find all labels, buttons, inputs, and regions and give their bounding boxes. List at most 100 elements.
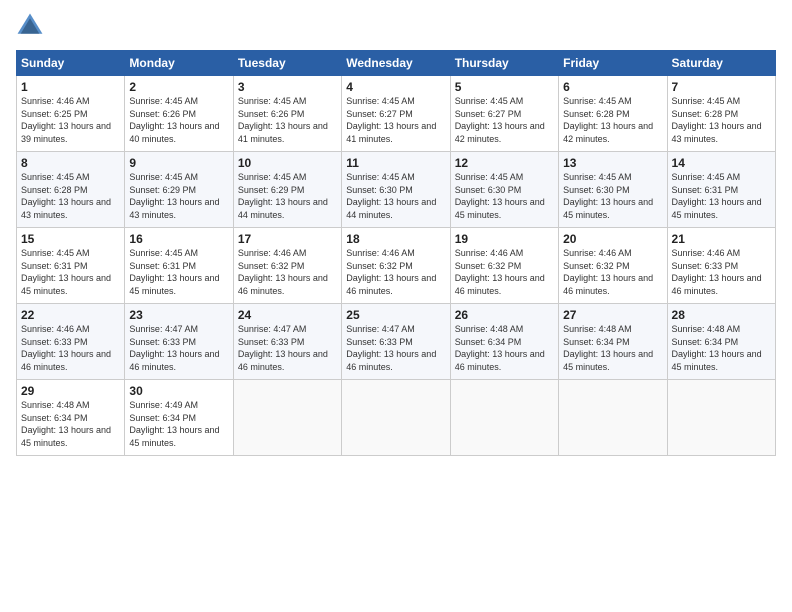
day-info: Sunrise: 4:48 AMSunset: 6:34 PMDaylight:…	[672, 323, 771, 373]
day-info: Sunrise: 4:45 AMSunset: 6:30 PMDaylight:…	[346, 171, 445, 221]
calendar-cell: 16 Sunrise: 4:45 AMSunset: 6:31 PMDaylig…	[125, 228, 233, 304]
calendar-cell: 18 Sunrise: 4:46 AMSunset: 6:32 PMDaylig…	[342, 228, 450, 304]
day-number: 27	[563, 308, 662, 322]
day-info: Sunrise: 4:45 AMSunset: 6:29 PMDaylight:…	[238, 171, 337, 221]
calendar-cell: 14 Sunrise: 4:45 AMSunset: 6:31 PMDaylig…	[667, 152, 775, 228]
day-number: 29	[21, 384, 120, 398]
day-number: 15	[21, 232, 120, 246]
day-number: 18	[346, 232, 445, 246]
calendar-cell: 22 Sunrise: 4:46 AMSunset: 6:33 PMDaylig…	[17, 304, 125, 380]
calendar-week-row: 22 Sunrise: 4:46 AMSunset: 6:33 PMDaylig…	[17, 304, 776, 380]
day-info: Sunrise: 4:45 AMSunset: 6:26 PMDaylight:…	[129, 95, 228, 145]
calendar-table: Sunday Monday Tuesday Wednesday Thursday…	[16, 50, 776, 456]
day-number: 8	[21, 156, 120, 170]
calendar-cell: 28 Sunrise: 4:48 AMSunset: 6:34 PMDaylig…	[667, 304, 775, 380]
page: Sunday Monday Tuesday Wednesday Thursday…	[0, 0, 792, 612]
col-thursday: Thursday	[450, 51, 558, 76]
day-number: 22	[21, 308, 120, 322]
day-number: 5	[455, 80, 554, 94]
day-number: 25	[346, 308, 445, 322]
day-info: Sunrise: 4:45 AMSunset: 6:29 PMDaylight:…	[129, 171, 228, 221]
day-info: Sunrise: 4:45 AMSunset: 6:28 PMDaylight:…	[672, 95, 771, 145]
day-number: 10	[238, 156, 337, 170]
calendar-week-row: 1 Sunrise: 4:46 AMSunset: 6:25 PMDayligh…	[17, 76, 776, 152]
calendar-cell: 30 Sunrise: 4:49 AMSunset: 6:34 PMDaylig…	[125, 380, 233, 456]
calendar-cell: 4 Sunrise: 4:45 AMSunset: 6:27 PMDayligh…	[342, 76, 450, 152]
day-number: 28	[672, 308, 771, 322]
col-saturday: Saturday	[667, 51, 775, 76]
day-info: Sunrise: 4:46 AMSunset: 6:32 PMDaylight:…	[563, 247, 662, 297]
calendar-cell: 2 Sunrise: 4:45 AMSunset: 6:26 PMDayligh…	[125, 76, 233, 152]
calendar-cell: 21 Sunrise: 4:46 AMSunset: 6:33 PMDaylig…	[667, 228, 775, 304]
day-info: Sunrise: 4:48 AMSunset: 6:34 PMDaylight:…	[563, 323, 662, 373]
calendar-cell: 20 Sunrise: 4:46 AMSunset: 6:32 PMDaylig…	[559, 228, 667, 304]
day-number: 30	[129, 384, 228, 398]
day-info: Sunrise: 4:45 AMSunset: 6:27 PMDaylight:…	[346, 95, 445, 145]
calendar-cell: 19 Sunrise: 4:46 AMSunset: 6:32 PMDaylig…	[450, 228, 558, 304]
day-number: 17	[238, 232, 337, 246]
calendar-cell: 29 Sunrise: 4:48 AMSunset: 6:34 PMDaylig…	[17, 380, 125, 456]
calendar-cell: 6 Sunrise: 4:45 AMSunset: 6:28 PMDayligh…	[559, 76, 667, 152]
calendar-cell	[559, 380, 667, 456]
calendar-week-row: 29 Sunrise: 4:48 AMSunset: 6:34 PMDaylig…	[17, 380, 776, 456]
day-number: 2	[129, 80, 228, 94]
day-info: Sunrise: 4:46 AMSunset: 6:32 PMDaylight:…	[346, 247, 445, 297]
day-info: Sunrise: 4:46 AMSunset: 6:32 PMDaylight:…	[455, 247, 554, 297]
header	[16, 12, 776, 40]
day-info: Sunrise: 4:49 AMSunset: 6:34 PMDaylight:…	[129, 399, 228, 449]
day-info: Sunrise: 4:45 AMSunset: 6:31 PMDaylight:…	[129, 247, 228, 297]
calendar-cell	[450, 380, 558, 456]
day-number: 26	[455, 308, 554, 322]
col-sunday: Sunday	[17, 51, 125, 76]
day-info: Sunrise: 4:45 AMSunset: 6:31 PMDaylight:…	[672, 171, 771, 221]
day-number: 1	[21, 80, 120, 94]
day-number: 13	[563, 156, 662, 170]
calendar-cell: 25 Sunrise: 4:47 AMSunset: 6:33 PMDaylig…	[342, 304, 450, 380]
day-number: 14	[672, 156, 771, 170]
calendar-cell: 1 Sunrise: 4:46 AMSunset: 6:25 PMDayligh…	[17, 76, 125, 152]
day-info: Sunrise: 4:47 AMSunset: 6:33 PMDaylight:…	[129, 323, 228, 373]
calendar-cell: 9 Sunrise: 4:45 AMSunset: 6:29 PMDayligh…	[125, 152, 233, 228]
calendar-cell	[667, 380, 775, 456]
calendar-cell	[233, 380, 341, 456]
day-info: Sunrise: 4:45 AMSunset: 6:30 PMDaylight:…	[455, 171, 554, 221]
day-number: 6	[563, 80, 662, 94]
day-number: 9	[129, 156, 228, 170]
day-number: 23	[129, 308, 228, 322]
day-info: Sunrise: 4:45 AMSunset: 6:28 PMDaylight:…	[21, 171, 120, 221]
day-info: Sunrise: 4:47 AMSunset: 6:33 PMDaylight:…	[238, 323, 337, 373]
calendar-cell: 17 Sunrise: 4:46 AMSunset: 6:32 PMDaylig…	[233, 228, 341, 304]
calendar-cell: 26 Sunrise: 4:48 AMSunset: 6:34 PMDaylig…	[450, 304, 558, 380]
calendar-cell: 8 Sunrise: 4:45 AMSunset: 6:28 PMDayligh…	[17, 152, 125, 228]
calendar-cell: 24 Sunrise: 4:47 AMSunset: 6:33 PMDaylig…	[233, 304, 341, 380]
day-info: Sunrise: 4:48 AMSunset: 6:34 PMDaylight:…	[455, 323, 554, 373]
day-info: Sunrise: 4:46 AMSunset: 6:32 PMDaylight:…	[238, 247, 337, 297]
day-info: Sunrise: 4:45 AMSunset: 6:26 PMDaylight:…	[238, 95, 337, 145]
day-info: Sunrise: 4:45 AMSunset: 6:27 PMDaylight:…	[455, 95, 554, 145]
day-number: 3	[238, 80, 337, 94]
col-wednesday: Wednesday	[342, 51, 450, 76]
day-number: 24	[238, 308, 337, 322]
calendar-cell: 27 Sunrise: 4:48 AMSunset: 6:34 PMDaylig…	[559, 304, 667, 380]
calendar-cell	[342, 380, 450, 456]
day-number: 19	[455, 232, 554, 246]
logo	[16, 12, 48, 40]
day-info: Sunrise: 4:45 AMSunset: 6:30 PMDaylight:…	[563, 171, 662, 221]
day-info: Sunrise: 4:45 AMSunset: 6:31 PMDaylight:…	[21, 247, 120, 297]
col-monday: Monday	[125, 51, 233, 76]
calendar-cell: 13 Sunrise: 4:45 AMSunset: 6:30 PMDaylig…	[559, 152, 667, 228]
day-number: 12	[455, 156, 554, 170]
calendar-cell: 15 Sunrise: 4:45 AMSunset: 6:31 PMDaylig…	[17, 228, 125, 304]
day-info: Sunrise: 4:46 AMSunset: 6:25 PMDaylight:…	[21, 95, 120, 145]
day-info: Sunrise: 4:46 AMSunset: 6:33 PMDaylight:…	[21, 323, 120, 373]
day-info: Sunrise: 4:47 AMSunset: 6:33 PMDaylight:…	[346, 323, 445, 373]
calendar-cell: 10 Sunrise: 4:45 AMSunset: 6:29 PMDaylig…	[233, 152, 341, 228]
day-number: 11	[346, 156, 445, 170]
calendar-cell: 5 Sunrise: 4:45 AMSunset: 6:27 PMDayligh…	[450, 76, 558, 152]
logo-icon	[16, 12, 44, 40]
calendar-cell: 23 Sunrise: 4:47 AMSunset: 6:33 PMDaylig…	[125, 304, 233, 380]
day-info: Sunrise: 4:48 AMSunset: 6:34 PMDaylight:…	[21, 399, 120, 449]
day-number: 20	[563, 232, 662, 246]
calendar-cell: 11 Sunrise: 4:45 AMSunset: 6:30 PMDaylig…	[342, 152, 450, 228]
calendar-cell: 12 Sunrise: 4:45 AMSunset: 6:30 PMDaylig…	[450, 152, 558, 228]
